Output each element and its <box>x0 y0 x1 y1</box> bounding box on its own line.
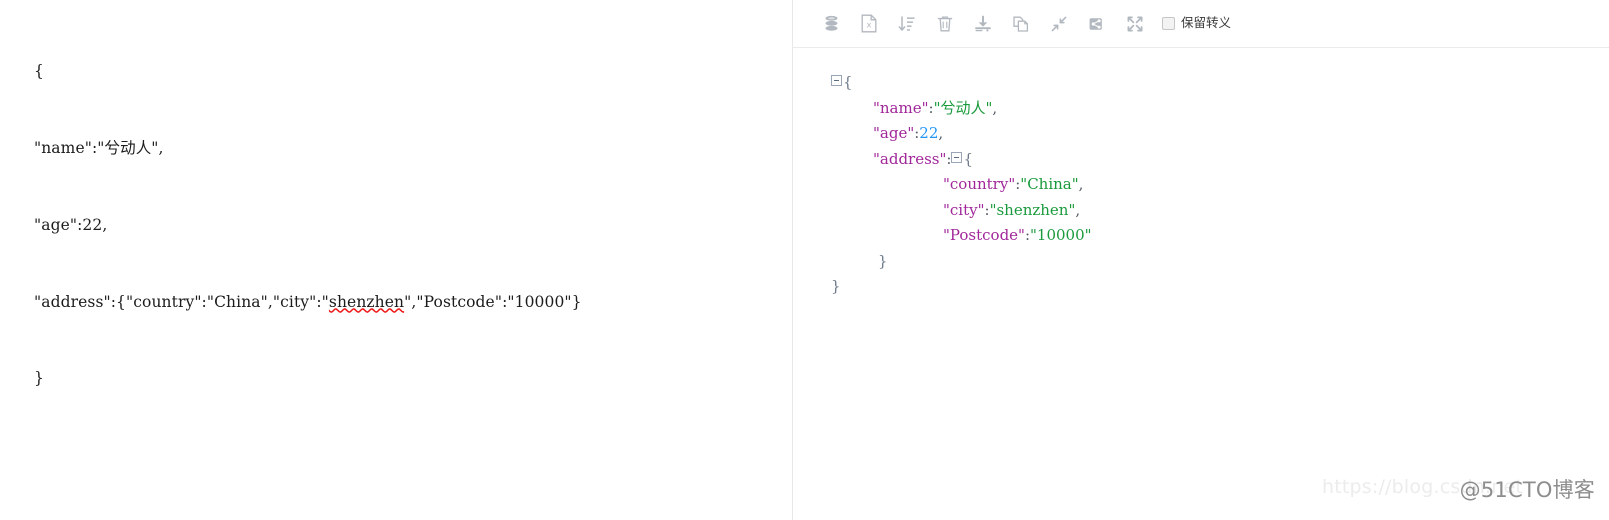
tree-row-postcode: "Postcode":"10000" <box>803 223 1609 249</box>
tree-comma-city: , <box>1075 200 1081 219</box>
raw-line-4: "address":{"country":"China","city":"she… <box>34 290 782 316</box>
tree-value-address: { <box>963 149 973 168</box>
tree-row-address: "address":{ <box>803 147 1609 173</box>
tree-row-country: "country":"China", <box>803 172 1609 198</box>
tree-row-name: "name":"兮动人", <box>803 96 1609 122</box>
tree-comma-country: , <box>1078 175 1084 193</box>
expand-arrows-icon[interactable] <box>1116 8 1154 40</box>
svg-text:x: x <box>867 21 872 30</box>
share-icon[interactable] <box>1078 8 1116 40</box>
raw-line-4-prefix: "address":{"country":"China","city":" <box>34 292 329 311</box>
raw-line-4-suffix: ","Postcode":"10000"} <box>404 292 582 311</box>
viewer-toolbar: x 保留转义 <box>793 0 1609 48</box>
tree-value-country: "China" <box>1020 175 1079 193</box>
tree-key-postcode: "Postcode" <box>943 226 1025 244</box>
tree-row-city: "city":"shenzhen", <box>803 198 1609 224</box>
raw-line-3: "age":22, <box>34 215 108 234</box>
trash-icon[interactable] <box>926 8 964 40</box>
preserve-escape-label: 保留转义 <box>1181 15 1232 31</box>
tree-key-name: "name" <box>873 98 929 117</box>
sort-ascending-icon[interactable] <box>888 8 926 40</box>
tree-root-close-brace: } <box>831 277 841 295</box>
json-tree-viewer: { "name":"兮动人", "age":22, "address":{ "c… <box>793 48 1609 520</box>
raw-line-1: { <box>34 62 44 81</box>
tree-key-city: "city" <box>943 200 985 219</box>
tree-value-name: "兮动人" <box>933 98 993 117</box>
tree-value-age: 22 <box>919 124 939 142</box>
tree-key-country: "country" <box>943 175 1016 193</box>
copy-icon[interactable] <box>1002 8 1040 40</box>
tree-inner-close: } <box>803 249 1609 275</box>
collapse-toggle-address[interactable] <box>951 151 963 163</box>
database-icon[interactable] <box>812 8 850 40</box>
raw-json-input[interactable]: { "name":"兮动人", "age":22, "address":{"co… <box>34 8 782 514</box>
collapse-toggle-root[interactable] <box>831 75 842 86</box>
tree-inner-close-brace: } <box>878 251 888 270</box>
tree-root-close: } <box>803 274 1609 300</box>
tree-row-age: "age":22, <box>803 121 1609 147</box>
excel-file-icon[interactable]: x <box>850 8 888 40</box>
json-formatter-app: { "name":"兮动人", "age":22, "address":{"co… <box>0 0 1609 520</box>
preserve-escape-checkbox[interactable] <box>1162 17 1175 30</box>
misspelled-word: shenzhen <box>328 292 405 311</box>
tree-value-postcode: "10000" <box>1030 226 1092 244</box>
tree-value-city: "shenzhen" <box>989 200 1076 219</box>
tree-root-open-brace: { <box>843 73 853 91</box>
raw-line-5: } <box>34 369 44 388</box>
right-viewer-pane: x 保留转义 {"name":"兮动人", "age":22, "addres… <box>793 0 1609 520</box>
preserve-escape-checkbox-wrap[interactable]: 保留转义 <box>1162 17 1231 30</box>
download-icon[interactable] <box>964 8 1002 40</box>
tree-root-open: { <box>803 70 1609 96</box>
tree-comma-name: , <box>992 98 998 117</box>
raw-line-2: "name":"兮动人", <box>34 138 164 157</box>
collapse-arrows-icon[interactable] <box>1040 8 1078 40</box>
tree-comma-age: , <box>938 124 944 142</box>
tree-key-address: "address" <box>873 149 947 168</box>
tree-key-age: "age" <box>873 124 915 142</box>
left-editor-pane: { "name":"兮动人", "age":22, "address":{"co… <box>0 0 793 520</box>
